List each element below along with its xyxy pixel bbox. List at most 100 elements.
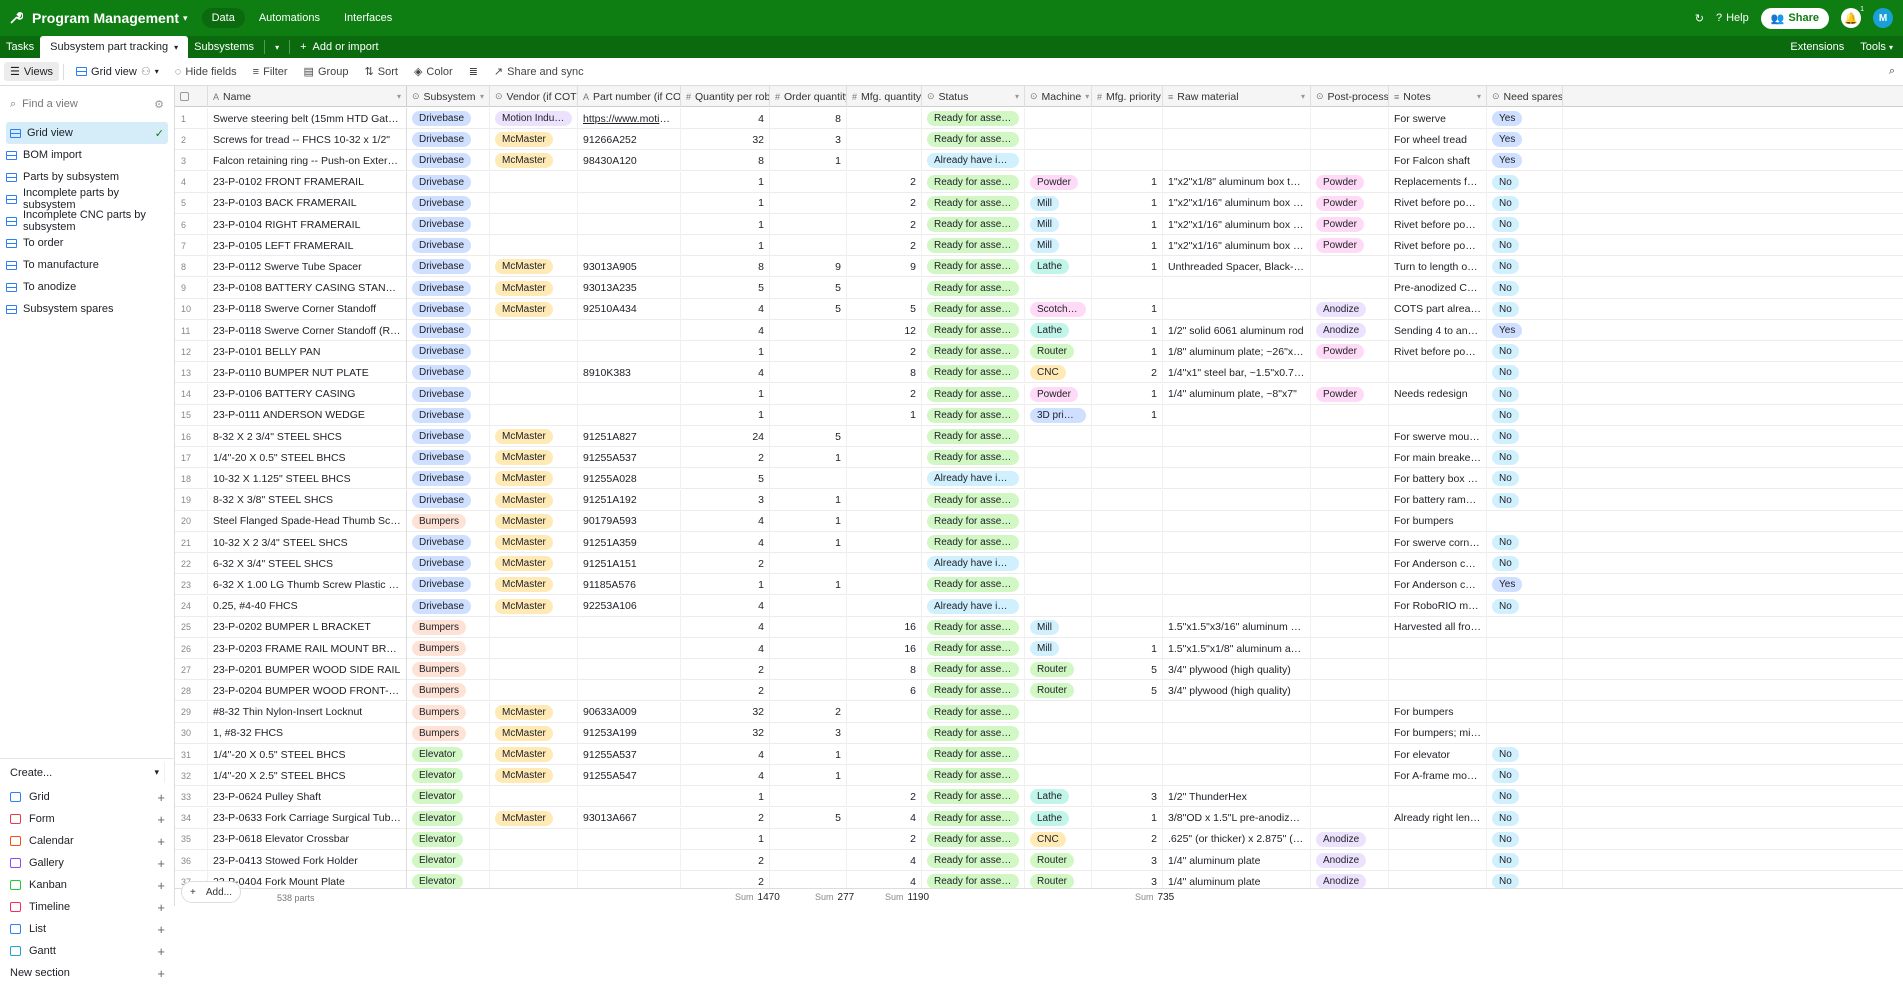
cell-number[interactable]: [1092, 722, 1163, 744]
cell-number[interactable]: [847, 722, 922, 744]
cell-number[interactable]: 9: [770, 256, 847, 278]
cell-need-spares[interactable]: Yes: [1487, 574, 1563, 596]
cell-part-number[interactable]: [578, 680, 681, 702]
cell-need-spares[interactable]: No: [1487, 256, 1563, 278]
cell-number[interactable]: 2: [681, 447, 770, 469]
cell-raw-material[interactable]: [1163, 722, 1311, 744]
cell-number[interactable]: 4: [847, 807, 922, 829]
sidebar-view-item[interactable]: Parts by subsystem: [0, 166, 174, 188]
cell-number[interactable]: 1: [770, 532, 847, 553]
cell-raw-material[interactable]: 1"x2"x1/8" aluminum box tubing, ~18"L: [1163, 171, 1311, 193]
cell-machine[interactable]: [1025, 489, 1092, 511]
cell-vendor[interactable]: [490, 871, 578, 888]
cell-status[interactable]: Ready for assembly: [922, 235, 1025, 257]
cell-notes[interactable]: For swerve: [1389, 108, 1487, 129]
cell-machine[interactable]: Mill: [1025, 214, 1092, 235]
cell-part-number[interactable]: [578, 171, 681, 193]
cell-notes[interactable]: Rivet before powder: [1389, 235, 1487, 257]
cell-number[interactable]: 1: [681, 574, 770, 596]
cell-number[interactable]: [770, 192, 847, 214]
table-row[interactable]: 28 23-P-0204 BUMPER WOOD FRONT-BACK RAIL B…: [175, 680, 1903, 702]
cell-number[interactable]: [1092, 616, 1163, 638]
cell-post-process[interactable]: [1311, 574, 1389, 596]
cell-need-spares[interactable]: Yes: [1487, 320, 1563, 341]
cell-number[interactable]: 2: [847, 828, 922, 850]
cell-subsystem[interactable]: Bumpers: [407, 638, 490, 659]
table-row[interactable]: 8 23-P-0112 Swerve Tube Spacer Drivebase Mc…: [175, 256, 1903, 278]
column-header[interactable]: #Mfg. priority▾: [1092, 86, 1163, 107]
table-row[interactable]: 33 23-P-0624 Pulley Shaft Elevator 1 2 Ready …: [175, 786, 1903, 808]
cell-name[interactable]: 23-P-0203 FRAME RAIL MOUNT BRACKET: [208, 638, 407, 659]
cell-need-spares[interactable]: No: [1487, 553, 1563, 575]
tab-automations[interactable]: Automations: [249, 8, 330, 28]
extensions-button[interactable]: Extensions: [1790, 41, 1844, 53]
cell-number[interactable]: 3: [1092, 871, 1163, 888]
cell-number[interactable]: 2: [681, 680, 770, 702]
cell-status[interactable]: Ready for assembly: [922, 722, 1025, 744]
cell-status[interactable]: Ready for assembly: [922, 680, 1025, 702]
cell-need-spares[interactable]: Yes: [1487, 150, 1563, 172]
cell-machine[interactable]: Scotch-Brite: [1025, 298, 1092, 320]
cell-machine[interactable]: [1025, 150, 1092, 172]
cell-part-number[interactable]: 91251A827: [578, 426, 681, 447]
cell-machine[interactable]: Lathe: [1025, 786, 1092, 808]
cell-part-number[interactable]: 91185A576: [578, 574, 681, 596]
cell-number[interactable]: 2: [847, 235, 922, 257]
cell-number[interactable]: 9: [847, 256, 922, 278]
cell-post-process[interactable]: [1311, 595, 1389, 617]
cell-post-process[interactable]: [1311, 426, 1389, 447]
cell-machine[interactable]: [1025, 532, 1092, 553]
cell-number[interactable]: [1092, 468, 1163, 490]
table-row[interactable]: 19 8-32 X 3/8" STEEL SHCS Drivebase McMaste…: [175, 489, 1903, 511]
cell-vendor[interactable]: McMaster: [490, 510, 578, 532]
cell-number[interactable]: [1092, 553, 1163, 575]
cell-post-process[interactable]: [1311, 468, 1389, 490]
cell-subsystem[interactable]: Drivebase: [407, 362, 490, 384]
table-row[interactable]: 16 8-32 X 2 3/4" STEEL SHCS Drivebase McMas…: [175, 426, 1903, 447]
create-form-button[interactable]: Form +: [0, 808, 175, 830]
create-timeline-button[interactable]: Timeline +: [0, 896, 175, 918]
cell-name[interactable]: 23-P-0104 RIGHT FRAMERAIL: [208, 214, 407, 235]
cell-notes[interactable]: For bumpers; middle bracket: [1389, 722, 1487, 744]
cell-number[interactable]: [770, 616, 847, 638]
cell-post-process[interactable]: [1311, 108, 1389, 129]
cell-number[interactable]: [847, 129, 922, 151]
cell-status[interactable]: Already have in general la...: [922, 468, 1025, 490]
sidebar-view-item[interactable]: Grid view ✓: [6, 122, 168, 144]
cell-number[interactable]: [770, 786, 847, 808]
cell-number[interactable]: 1: [681, 828, 770, 850]
cell-notes[interactable]: [1389, 638, 1487, 659]
cell-vendor[interactable]: [490, 638, 578, 659]
cell-post-process[interactable]: Powder: [1311, 171, 1389, 193]
cell-number[interactable]: 5: [681, 277, 770, 299]
cell-notes[interactable]: Pre-anodized COTS part Re...: [1389, 277, 1487, 299]
cell-raw-material[interactable]: 3/4" plywood (high quality): [1163, 659, 1311, 681]
column-header[interactable]: ⊙ Status ▾: [922, 86, 1025, 107]
cell-status[interactable]: Ready for assembly: [922, 383, 1025, 405]
column-header[interactable]: #Quantity per robot▾: [681, 86, 770, 107]
cell-raw-material[interactable]: 1"x2"x1/16" aluminum box tubing, ~18"L: [1163, 235, 1311, 257]
cell-subsystem[interactable]: Bumpers: [407, 701, 490, 723]
cell-number[interactable]: [770, 659, 847, 681]
cell-status[interactable]: Ready for assembly: [922, 171, 1025, 193]
table-row[interactable]: 2 Screws for tread -- FHCS 10-32 x 1/2" Dr…: [175, 129, 1903, 151]
cell-post-process[interactable]: [1311, 680, 1389, 702]
cell-notes[interactable]: For bumpers: [1389, 510, 1487, 532]
cell-vendor[interactable]: McMaster: [490, 807, 578, 829]
cell-machine[interactable]: Mill: [1025, 638, 1092, 659]
cell-status[interactable]: Ready for assembly: [922, 659, 1025, 681]
cell-number[interactable]: 24: [681, 426, 770, 447]
cell-machine[interactable]: Router: [1025, 341, 1092, 363]
cell-status[interactable]: Ready for assembly: [922, 765, 1025, 787]
cell-number[interactable]: 2: [1092, 362, 1163, 384]
notifications-bell-icon[interactable]: 🔔 1: [1841, 6, 1864, 28]
cell-number[interactable]: [847, 744, 922, 765]
cell-subsystem[interactable]: Drivebase: [407, 214, 490, 235]
color-button[interactable]: ◈ Color: [406, 65, 461, 79]
cell-post-process[interactable]: Powder: [1311, 341, 1389, 363]
table-tab-subsystems[interactable]: Subsystems: [188, 36, 260, 58]
cell-number[interactable]: [1092, 701, 1163, 723]
cell-number[interactable]: 5: [770, 426, 847, 447]
cell-number[interactable]: 4: [681, 765, 770, 787]
cell-number[interactable]: [847, 765, 922, 787]
